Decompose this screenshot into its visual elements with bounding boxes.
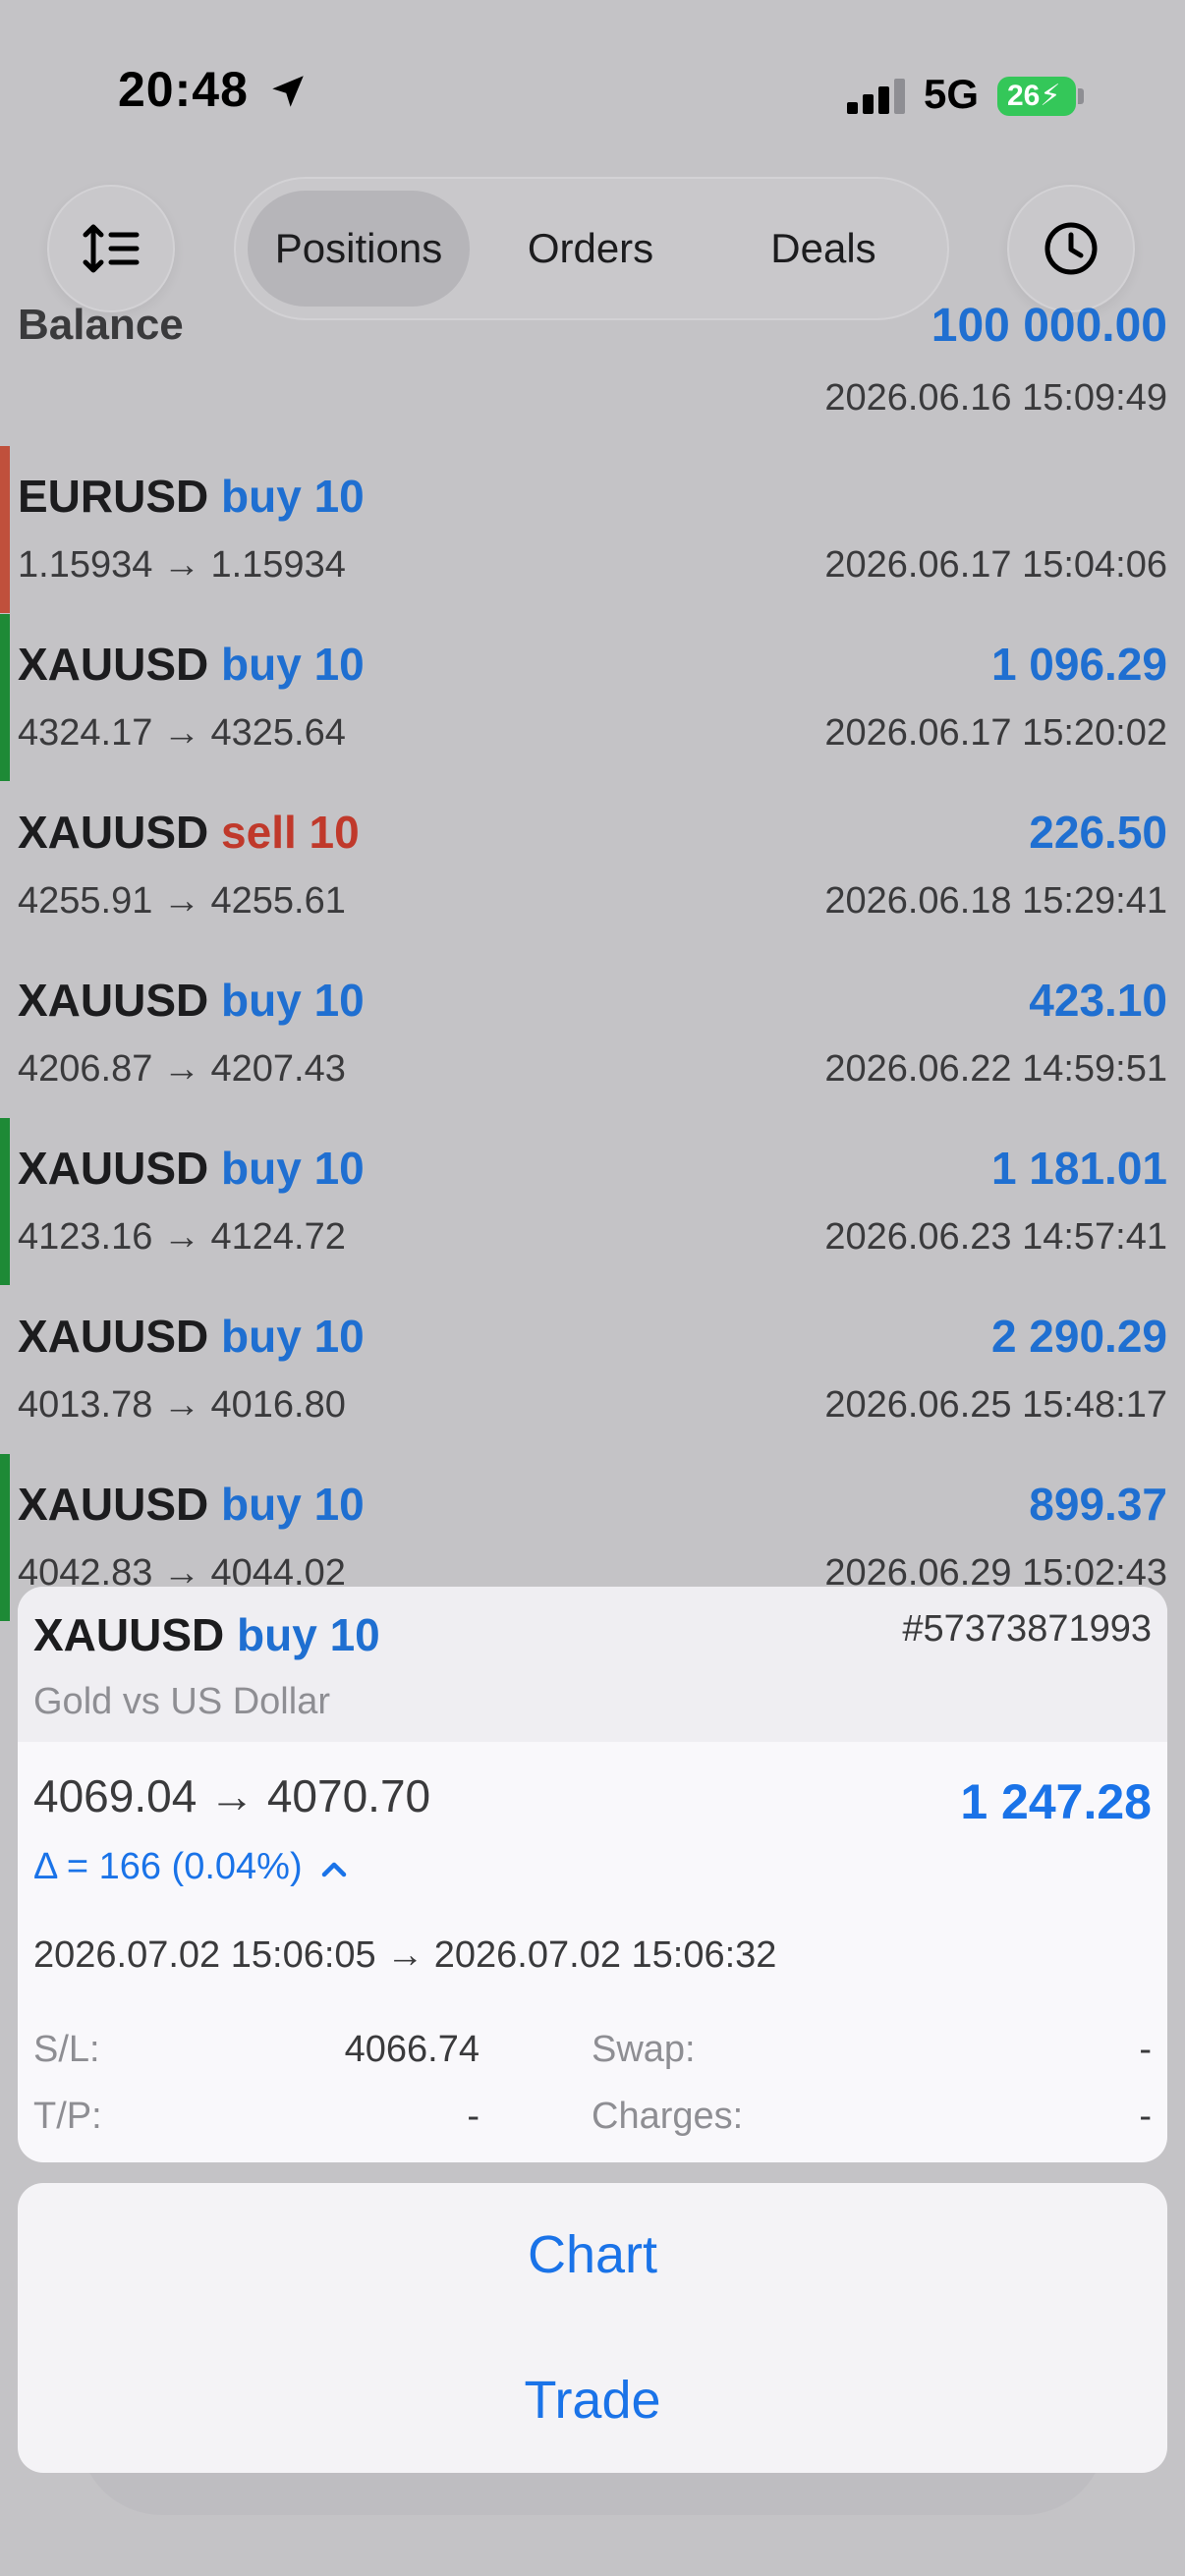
row-symbol: XAUUSD buy 10: [18, 1478, 365, 1531]
clock-icon: [1044, 222, 1098, 275]
row-symbol: XAUUSD buy 10: [18, 638, 365, 691]
row-symbol-name: XAUUSD: [18, 639, 209, 690]
detail-ticket: #57373871993: [902, 1608, 1152, 1650]
row-prices: 4255.91 → 4255.61: [18, 880, 346, 922]
row-symbol-name: XAUUSD: [18, 1311, 209, 1362]
row-time: 2026.06.25 15:48:17: [824, 1384, 1167, 1426]
tab-deals[interactable]: Deals: [715, 191, 931, 307]
row-profit: 226.50: [1029, 807, 1167, 858]
history-button[interactable]: [1007, 185, 1135, 312]
position-row[interactable]: EURUSD buy 10 1.15934 → 1.15934 2026.06.17…: [0, 446, 1185, 613]
row-profit: 1 096.29: [990, 639, 1167, 690]
row-time: 2026.06.17 15:20:02: [824, 712, 1167, 754]
row-profit: 423.10: [1029, 975, 1167, 1026]
row-side: buy 10: [221, 975, 365, 1026]
row-indicator: [0, 1286, 10, 1453]
balance-time: 2026.06.16 15:09:49: [824, 377, 1167, 419]
row-prices: 1.15934 → 1.15934: [18, 544, 346, 586]
row-indicator: [0, 1454, 10, 1621]
row-indicator: [0, 446, 10, 613]
detail-delta-text: Δ = 166 (0.04%): [33, 1846, 303, 1887]
cellular-signal-icon: [847, 79, 906, 114]
position-detail-sheet: XAUUSD buy 10 #57373871993 Gold vs US Do…: [18, 1587, 1167, 2162]
row-profit: 899.37: [1029, 1479, 1167, 1530]
detail-symbol: XAUUSD buy 10: [33, 1608, 380, 1661]
row-time: 2026.06.18 15:29:41: [824, 880, 1167, 922]
tp-value: -: [467, 2096, 480, 2137]
row-symbol-name: XAUUSD: [18, 1143, 209, 1194]
detail-profit: 1 247.28: [960, 1774, 1152, 1829]
sl-label: S/L:: [33, 2029, 100, 2070]
row-symbol: XAUUSD buy 10: [18, 1310, 365, 1363]
detail-symbol-name: XAUUSD: [33, 1609, 225, 1660]
balance-label: Balance: [18, 301, 184, 349]
detail-description: Gold vs US Dollar: [33, 1681, 330, 1722]
row-profit: 2 290.29: [990, 1311, 1167, 1362]
row-symbol: XAUUSD buy 10: [18, 974, 365, 1027]
tab-orders[interactable]: Orders: [481, 191, 700, 307]
row-prices: 4013.78 → 4016.80: [18, 1384, 346, 1426]
tp-label: T/P:: [33, 2096, 102, 2137]
action-sheet: Chart Trade: [18, 2183, 1167, 2473]
row-side: sell 10: [221, 807, 360, 858]
battery-level: 26: [1007, 80, 1041, 112]
row-profit: 1 181.01: [990, 1143, 1167, 1194]
sort-icon: [83, 224, 140, 273]
battery-icon: 26⚡: [997, 77, 1076, 116]
location-arrow-icon: [272, 76, 304, 107]
chart-button[interactable]: Chart: [18, 2183, 1167, 2327]
row-prices: 4123.16 → 4124.72: [18, 1216, 346, 1258]
row-symbol-name: XAUUSD: [18, 975, 209, 1026]
swap-label: Swap:: [592, 2029, 696, 2070]
row-time: 2026.06.23 14:57:41: [824, 1216, 1167, 1258]
status-time: 20:48: [118, 62, 249, 117]
row-prices: 4324.17 → 4325.64: [18, 712, 346, 754]
row-prices: 4206.87 → 4207.43: [18, 1048, 346, 1090]
row-symbol: XAUUSD buy 10: [18, 1142, 365, 1195]
charges-label: Charges:: [592, 2096, 744, 2137]
row-side: buy 10: [221, 471, 365, 522]
sl-value: 4066.74: [344, 2029, 480, 2070]
network-type: 5G: [924, 71, 980, 117]
row-symbol-name: XAUUSD: [18, 1479, 209, 1530]
row-symbol: XAUUSD sell 10: [18, 806, 360, 859]
row-indicator: [0, 950, 10, 1117]
swap-value: -: [1139, 2029, 1152, 2070]
row-side: buy 10: [221, 1311, 365, 1362]
row-symbol-name: XAUUSD: [18, 807, 209, 858]
position-row[interactable]: XAUUSD sell 10 4255.91 → 4255.61 226.50 202…: [0, 782, 1185, 949]
status-bar: 20:48 5G 26⚡: [0, 0, 1185, 187]
detail-prices: 4069.04 → 4070.70: [33, 1770, 431, 1821]
row-time: 2026.06.17 15:04:06: [824, 544, 1167, 586]
row-indicator: [0, 1118, 10, 1285]
tab-switcher: Positions Orders Deals: [234, 177, 949, 320]
detail-side: buy 10: [237, 1609, 380, 1660]
row-indicator: [0, 782, 10, 949]
row-side: buy 10: [221, 1479, 365, 1530]
charges-value: -: [1139, 2096, 1152, 2137]
position-row[interactable]: XAUUSD buy 10 4013.78 → 4016.80 2 290.29 20…: [0, 1286, 1185, 1453]
position-row[interactable]: XAUUSD buy 10 4324.17 → 4325.64 1 096.29 20…: [0, 614, 1185, 781]
row-side: buy 10: [221, 1143, 365, 1194]
row-symbol: EURUSD buy 10: [18, 470, 365, 523]
sort-button[interactable]: [47, 185, 175, 312]
position-row[interactable]: XAUUSD buy 10 4206.87 → 4207.43 423.10 2026…: [0, 950, 1185, 1117]
row-symbol-name: EURUSD: [18, 471, 209, 522]
tab-positions[interactable]: Positions: [248, 191, 470, 307]
battery-tip: [1078, 88, 1084, 104]
row-time: 2026.06.22 14:59:51: [824, 1048, 1167, 1090]
position-row[interactable]: XAUUSD buy 10 4123.16 → 4124.72 1 181.01 20…: [0, 1118, 1185, 1285]
balance-value: 100 000.00: [931, 300, 1167, 352]
row-side: buy 10: [221, 639, 365, 690]
chevron-up-icon: [321, 1862, 347, 1877]
row-indicator: [0, 614, 10, 781]
detail-times: 2026.07.02 15:06:05 → 2026.07.02 15:06:3…: [33, 1934, 777, 1976]
detail-delta[interactable]: Δ = 166 (0.04%): [33, 1846, 348, 1888]
trade-button[interactable]: Trade: [18, 2328, 1167, 2473]
sheet-header: XAUUSD buy 10 #57373871993 Gold vs US Do…: [18, 1587, 1167, 1742]
